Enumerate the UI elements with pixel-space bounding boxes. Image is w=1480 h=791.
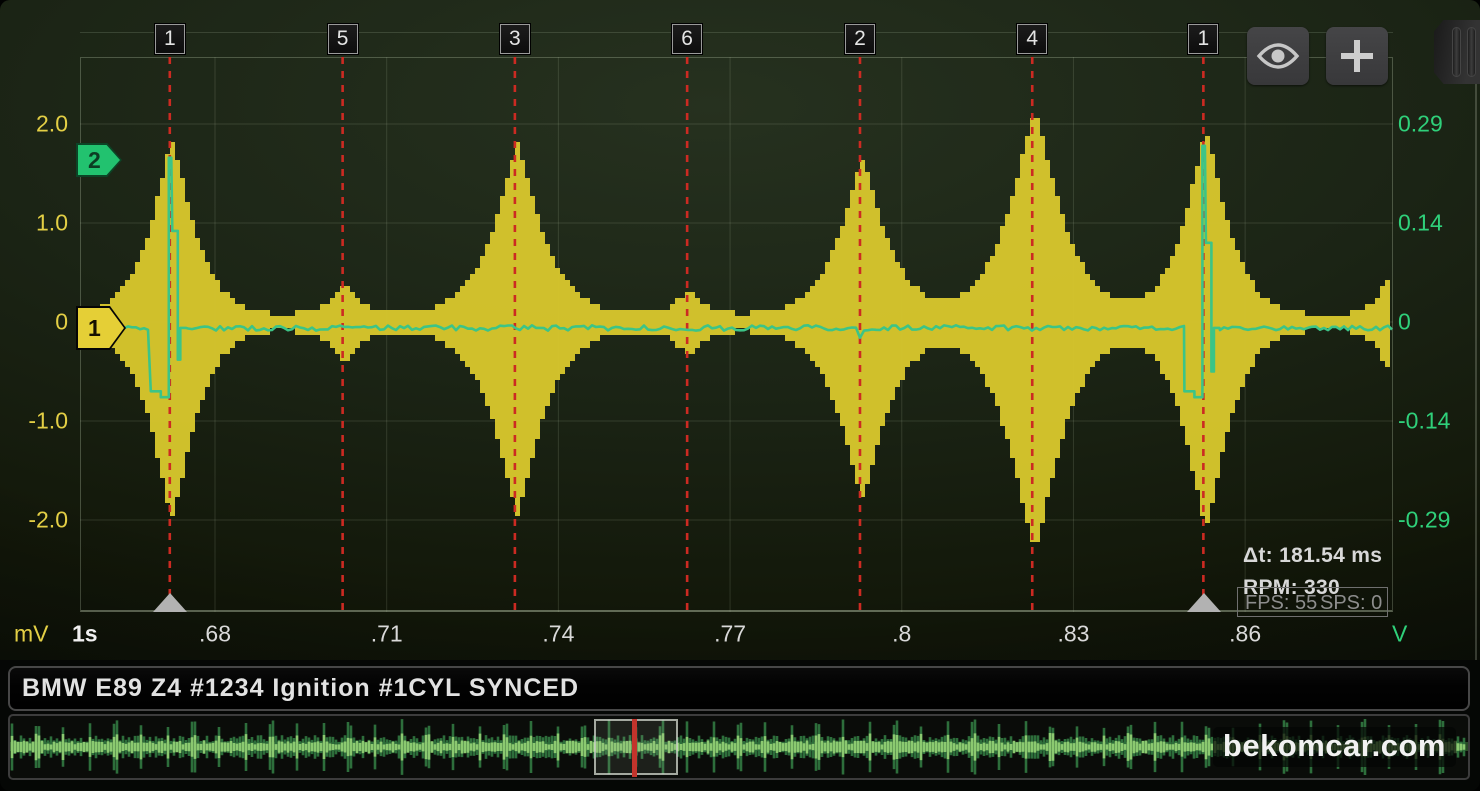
cylinder-marker-6[interactable]: 6 (672, 24, 702, 54)
time-axis-tick: .86 (1229, 621, 1261, 648)
channel-2-tab[interactable]: 2 (76, 143, 122, 177)
right-axis-tick: -0.29 (1398, 507, 1478, 534)
channel-1-tab-label: 1 (78, 308, 124, 348)
time-axis-tick: .83 (1057, 621, 1089, 648)
cylinder-marker-1[interactable]: 1 (1188, 24, 1218, 54)
waveform-plot-canvas[interactable] (80, 57, 1393, 612)
time-cursor-2[interactable] (1187, 593, 1221, 612)
side-drawer-handle[interactable] (1434, 20, 1480, 84)
time-cursor-1[interactable] (153, 593, 187, 612)
left-axis-unit: mV (14, 621, 49, 648)
left-axis-tick: 2.0 (8, 111, 68, 138)
channel-2-tab-label: 2 (78, 145, 120, 175)
right-axis-unit: V (1392, 621, 1407, 648)
recording-overview-strip[interactable]: bekomcar.com (8, 714, 1470, 780)
screen-frame: 1 5 3 6 2 4 1 2.0 1.0 0 -1.0 -2.0 0.29 0.14 0 -0.14 -0… (0, 0, 1480, 791)
delta-t-readout: Δt: 181.54 ms (1243, 544, 1382, 568)
cylinder-marker-3[interactable]: 3 (500, 24, 530, 54)
recording-title-bar[interactable]: BMW E89 Z4 #1234 Ignition #1CYL SYNCED (8, 666, 1470, 711)
right-edge-line (1475, 70, 1477, 660)
eye-icon (1256, 41, 1300, 71)
app-screen: 1 5 3 6 2 4 1 2.0 1.0 0 -1.0 -2.0 0.29 0.14 0 -0.14 -0… (0, 0, 1480, 791)
recording-title: BMW E89 Z4 #1234 Ignition #1CYL SYNCED (22, 674, 579, 703)
cylinder-marker-2[interactable]: 2 (845, 24, 875, 54)
right-axis-tick: -0.14 (1398, 408, 1478, 435)
time-axis-tick: .71 (371, 621, 403, 648)
cylinder-marker-4[interactable]: 4 (1017, 24, 1047, 54)
time-axis-tick: .77 (714, 621, 746, 648)
add-button[interactable] (1326, 27, 1388, 85)
plus-icon (1339, 38, 1375, 74)
visibility-button[interactable] (1247, 27, 1309, 85)
time-axis-tick: .74 (542, 621, 574, 648)
fps-readout: FPS: 55 (1245, 592, 1317, 615)
left-axis-tick: 0 (8, 309, 68, 336)
left-axis-tick: -1.0 (8, 408, 68, 435)
sps-readout: SPS: 0 (1320, 592, 1382, 615)
time-axis-tick: .8 (892, 621, 911, 648)
overview-selection-window[interactable] (594, 719, 678, 775)
time-axis-origin: 1s (72, 621, 98, 648)
channel-1-tab[interactable]: 1 (76, 306, 126, 350)
handle-ridge (1452, 27, 1461, 77)
right-axis-tick: 0.29 (1398, 111, 1478, 138)
handle-ridge (1467, 27, 1476, 77)
left-axis-tick: -2.0 (8, 507, 68, 534)
cylinder-marker-1[interactable]: 1 (155, 24, 185, 54)
right-axis-tick: 0 (1398, 309, 1478, 336)
overview-playhead[interactable] (632, 719, 637, 777)
time-axis-tick: .68 (199, 621, 231, 648)
cylinder-marker-5[interactable]: 5 (328, 24, 358, 54)
left-axis-tick: 1.0 (8, 210, 68, 237)
watermark-label: bekomcar.com (1213, 727, 1456, 767)
right-axis-tick: 0.14 (1398, 210, 1478, 237)
oscilloscope-panel[interactable]: 1 5 3 6 2 4 1 2.0 1.0 0 -1.0 -2.0 0.29 0.14 0 -0.14 -0… (0, 0, 1480, 660)
